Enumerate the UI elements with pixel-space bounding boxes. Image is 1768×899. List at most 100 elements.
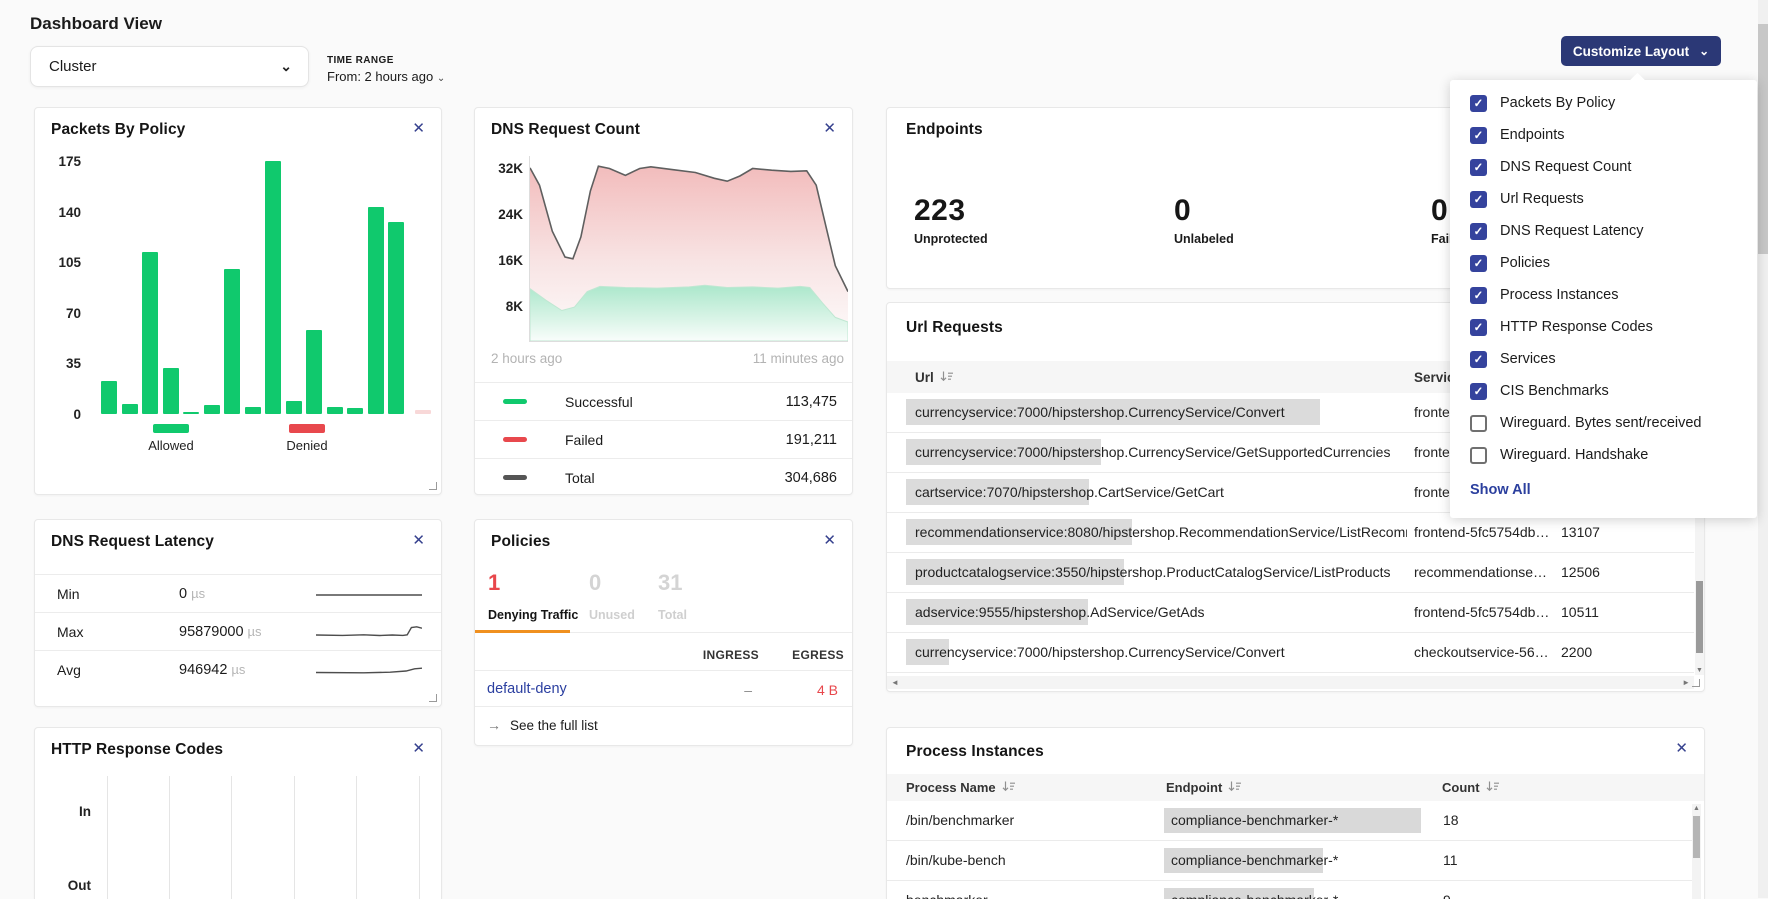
y-axis-tick: 0 (35, 407, 81, 422)
latency-label: Max (57, 624, 83, 640)
menu-item[interactable]: ✓DNS Request Count (1450, 151, 1757, 183)
sort-icon[interactable] (1002, 780, 1015, 795)
dns-legend-row[interactable]: Failed191,211 (475, 420, 852, 458)
resize-handle[interactable] (429, 694, 437, 702)
sort-icon[interactable] (940, 370, 953, 385)
close-icon[interactable]: ✕ (412, 533, 425, 548)
resize-handle[interactable] (429, 482, 437, 490)
bar-chart (99, 161, 441, 414)
stat-value: 1 (488, 570, 578, 596)
legend-swatch (503, 437, 527, 442)
legend-label: Allowed (131, 438, 211, 453)
checkbox-checked-icon[interactable]: ✓ (1470, 319, 1487, 336)
scroll-down-arrow-icon[interactable]: ▼ (1695, 667, 1704, 674)
checkbox-checked-icon[interactable]: ✓ (1470, 383, 1487, 400)
column-header-process-name[interactable]: Process Name (906, 780, 1015, 795)
scroll-right-arrow-icon[interactable]: ► (1682, 678, 1690, 687)
checkbox-checked-icon[interactable]: ✓ (1470, 127, 1487, 144)
card-title: Policies (491, 533, 550, 551)
checkbox-checked-icon[interactable]: ✓ (1470, 95, 1487, 112)
scrollbar-thumb[interactable] (1693, 816, 1700, 858)
menu-item[interactable]: ✓DNS Request Latency (1450, 215, 1757, 247)
dns-legend-row[interactable]: Successful113,475 (475, 382, 852, 420)
menu-item[interactable]: ✓Policies (1450, 247, 1757, 279)
table-row[interactable]: currencyservice:7000/hipstershop.Currenc… (887, 633, 1694, 673)
menu-item[interactable]: ✓HTTP Response Codes (1450, 311, 1757, 343)
table-row[interactable]: recommendationservice:8080/hipstershop.R… (887, 513, 1694, 553)
column-header-url[interactable]: Url (915, 370, 953, 385)
process-name-cell: /bin/benchmarker (906, 801, 1014, 840)
legend-label: Successful (565, 394, 633, 410)
menu-item-label: Services (1500, 351, 1556, 367)
legend-value: 191,211 (786, 432, 837, 448)
column-header-ingress: INGRESS (703, 648, 759, 662)
table-row[interactable]: adservice:9555/hipstershop.AdService/Get… (887, 593, 1694, 633)
menu-item[interactable]: ✓CIS Benchmarks (1450, 375, 1757, 407)
url-table-horizontal-scrollbar[interactable]: ◄ ► (887, 676, 1694, 689)
menu-item[interactable]: Wireguard. Bytes sent/received (1450, 407, 1757, 439)
endpoint-stat: 223Unprotected (914, 194, 988, 246)
menu-item[interactable]: Wireguard. Handshake (1450, 439, 1757, 471)
dns-legend-row[interactable]: Total304,686 (475, 458, 852, 496)
checkbox-checked-icon[interactable]: ✓ (1470, 223, 1487, 240)
legend-item[interactable]: Denied (267, 424, 347, 453)
close-icon[interactable]: ✕ (412, 121, 425, 136)
scroll-left-arrow-icon[interactable]: ◄ (891, 678, 899, 687)
bar-allowed (224, 269, 240, 414)
time-range-value[interactable]: From: 2 hours ago ⌄ (327, 69, 445, 84)
scroll-up-arrow-icon[interactable]: ▲ (1692, 805, 1701, 812)
service-cell: frontend-5fc5754db… (1414, 513, 1549, 552)
close-icon[interactable]: ✕ (823, 533, 836, 548)
table-row[interactable]: productcatalogservice:3550/hipstershop.P… (887, 553, 1694, 593)
menu-item[interactable]: ✓Process Instances (1450, 279, 1757, 311)
menu-item[interactable]: ✓ Packets By Policy (1450, 87, 1757, 119)
checkbox-checked-icon[interactable]: ✓ (1470, 287, 1487, 304)
checkbox-checked-icon[interactable]: ✓ (1470, 159, 1487, 176)
page-scrollbar[interactable] (1758, 0, 1768, 898)
legend-item[interactable]: Allowed (131, 424, 211, 453)
y-axis-tick: 16K (475, 253, 523, 268)
table-row[interactable]: benchmarkercompliance-benchmarker-*9 (887, 881, 1692, 899)
table-row[interactable]: /bin/kube-benchcompliance-benchmarker-*1… (887, 841, 1692, 881)
policies-stat[interactable]: 0Unused (589, 570, 635, 622)
policies-stat-active-tab[interactable]: 1Denying Traffic (488, 570, 578, 622)
close-icon[interactable]: ✕ (1675, 741, 1688, 756)
checkbox-unchecked-icon[interactable] (1470, 447, 1487, 464)
column-header-endpoint[interactable]: Endpoint (1166, 780, 1241, 795)
chevron-down-icon: ⌄ (280, 58, 292, 75)
latency-value: 946942 (179, 662, 227, 678)
process-table-vertical-scrollbar[interactable]: ▲ (1692, 804, 1701, 899)
resize-handle[interactable] (1692, 679, 1700, 687)
menu-item[interactable]: ✓ Endpoints (1450, 119, 1757, 151)
scrollbar-thumb[interactable] (1696, 581, 1703, 653)
close-icon[interactable]: ✕ (823, 121, 836, 136)
customize-layout-button[interactable]: Customize Layout ⌄ (1561, 36, 1721, 66)
packets-by-policy-card: Packets By Policy ✕ 17514010570350 Allow… (34, 107, 442, 495)
menu-item[interactable]: ✓ Services (1450, 343, 1757, 375)
checkbox-checked-icon[interactable]: ✓ (1470, 191, 1487, 208)
active-tab-underline (475, 630, 570, 633)
policy-link[interactable]: default-deny (487, 681, 567, 697)
latency-unit: µs (231, 662, 245, 677)
checkbox-checked-icon[interactable]: ✓ (1470, 351, 1487, 368)
checkbox-unchecked-icon[interactable] (1470, 415, 1487, 432)
chevron-down-icon: ⌄ (437, 73, 445, 84)
see-full-list-link[interactable]: → See the full list (487, 717, 598, 733)
bar-allowed (122, 404, 138, 414)
scrollbar-thumb[interactable] (1758, 24, 1768, 254)
menu-item-label: Endpoints (1500, 127, 1565, 143)
policies-stat[interactable]: 31Total (658, 570, 687, 622)
gridline (107, 776, 108, 899)
menu-item-label: Packets By Policy (1500, 95, 1615, 111)
show-all-link[interactable]: Show All (1470, 482, 1531, 498)
url-cell: currencyservice:7000/hipstershop.Currenc… (915, 393, 1285, 432)
sort-icon[interactable] (1486, 780, 1499, 795)
view-selector-dropdown[interactable]: Cluster ⌄ (30, 46, 309, 87)
column-header-count[interactable]: Count (1442, 780, 1499, 795)
table-row[interactable]: /bin/benchmarkercompliance-benchmarker-*… (887, 801, 1692, 841)
menu-item[interactable]: ✓Url Requests (1450, 183, 1757, 215)
checkbox-checked-icon[interactable]: ✓ (1470, 255, 1487, 272)
close-icon[interactable]: ✕ (412, 741, 425, 756)
service-cell: checkoutservice-56… (1414, 633, 1549, 672)
sort-icon[interactable] (1228, 780, 1241, 795)
